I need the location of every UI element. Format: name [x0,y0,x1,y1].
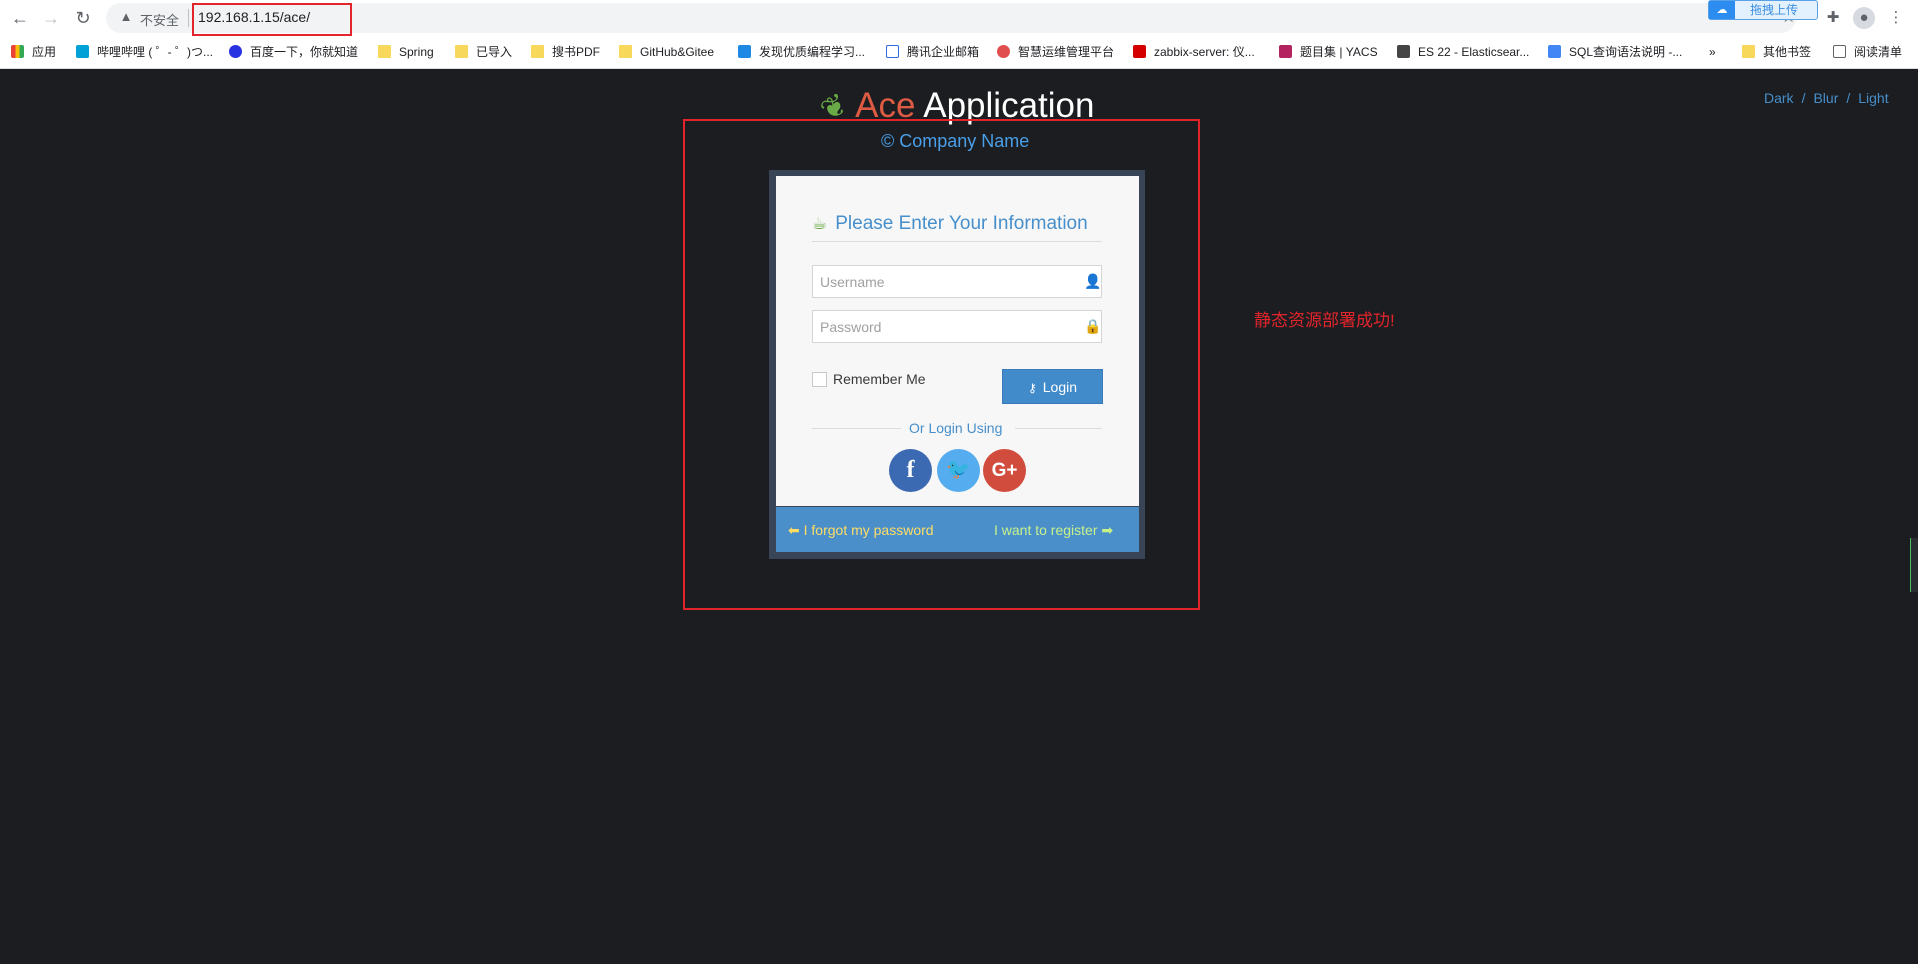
tencent-mail-icon [886,45,899,58]
theme-separator: / [1846,90,1851,106]
cloud-icon: ☁ [1709,1,1735,19]
bookmark-label: SQL查询语法说明 -... [1569,45,1683,59]
or-divider-right [1015,428,1102,429]
theme-separator: / [1801,90,1806,106]
profile-avatar-icon[interactable]: ● [1853,7,1875,29]
register-link[interactable]: I want to register ➡ [994,522,1113,539]
login-title-text: Please Enter Your Information [835,213,1088,234]
menu-kebab-icon[interactable]: ⋮ [1885,7,1907,29]
facebook-icon[interactable]: f [889,449,932,492]
bookmarks-overflow-chevron-icon[interactable]: » [1709,44,1716,60]
login-title: ☕ Please Enter Your Information [812,212,1102,236]
bookmark-label: 阅读清单 [1854,45,1903,59]
bookmark-label: 搜书PDF [552,45,601,59]
forgot-label: I forgot my password [803,522,934,538]
folder-icon [1742,45,1755,58]
google-plus-icon[interactable]: G+ [983,449,1026,492]
remember-me-label[interactable]: Remember Me [833,371,926,387]
theme-blur-link[interactable]: Blur [1813,90,1838,106]
doc-icon [1548,45,1561,58]
bookmarks-bar: 应用 哔哩哔哩 ( ゜- ゜)つ... 百度一下，你就知道 Spring 已导入… [0,36,1918,69]
apps-grid-icon [11,45,24,58]
bookmark-label: zabbix-server: 仪... [1154,45,1255,59]
login-button[interactable]: ⚷ Login [1002,369,1103,404]
address-bar[interactable] [106,3,1796,33]
zabbix-icon [1133,45,1146,58]
bookmark-reading-list[interactable]: 阅读清单 [1833,44,1902,60]
arrow-left-icon: ⬅ [788,522,800,538]
bookmark-apps[interactable]: 应用 [11,44,56,60]
title-divider [812,241,1102,242]
code-icon [738,45,751,58]
bookmark-folder-spring[interactable]: Spring [378,44,434,60]
arrow-right-icon: ➡ [1101,522,1114,538]
bookmark-yacs[interactable]: 题目集 | YACS [1279,44,1378,60]
bookmark-label: ES 22 - Elasticsear... [1418,45,1530,59]
bookmark-label: 其他书签 [1763,45,1812,59]
theme-dark-link[interactable]: Dark [1764,90,1794,106]
username-input[interactable] [812,265,1102,298]
folder-icon [619,45,632,58]
theme-light-link[interactable]: Light [1858,90,1888,106]
url-highlight-box [192,3,352,36]
bilibili-icon [76,45,89,58]
bookmark-label: Spring [399,45,434,59]
register-label: I want to register [994,522,1098,538]
bookmark-label: 已导入 [476,45,513,59]
bookmark-label: 应用 [32,45,57,59]
yacs-icon [1279,45,1292,58]
bookmark-folder-github[interactable]: GitHub&Gitee [619,44,714,60]
password-input[interactable] [812,310,1102,343]
upload-button[interactable]: ☁ 拖拽上传 [1708,0,1818,20]
reading-list-icon [1833,45,1846,58]
bookmark-label: GitHub&Gitee [640,45,715,59]
bookmark-label: 发现优质编程学习... [759,45,866,59]
back-arrow-icon[interactable]: ← [8,6,32,30]
elastic-icon [1397,45,1410,58]
remember-me-checkbox[interactable] [812,372,827,387]
bookmark-ops-platform[interactable]: 智慧运维管理平台 [997,44,1114,60]
side-scroll-indicator[interactable] [1910,538,1918,592]
bookmark-folder-imported[interactable]: 已导入 [455,44,512,60]
lock-icon: 🔒 [1084,318,1102,334]
browser-toolbar: ← → ↻ ▲ 不安全 192.168.1.15/ace/ ☆ ☁ 拖拽上传 ✚… [0,0,1918,36]
folder-icon [455,45,468,58]
baidu-paw-icon [229,45,242,58]
bookmark-other-folder[interactable]: 其他书签 [1742,44,1811,60]
bookmark-label: 百度一下，你就知道 [250,45,359,59]
or-divider-left [812,428,901,429]
folder-icon [531,45,544,58]
twitter-icon[interactable]: 🐦 [937,449,980,492]
forward-arrow-icon[interactable]: → [39,6,63,30]
bookmark-tencent-mail[interactable]: 腾讯企业邮箱 [886,44,979,60]
bookmark-label: 题目集 | YACS [1300,45,1378,59]
bookmark-folder-pdf[interactable]: 搜书PDF [531,44,600,60]
upload-label: 拖拽上传 [1749,3,1798,17]
theme-switcher: Dark / Blur / Light [1764,90,1889,106]
coffee-cup-icon: ☕ [812,214,828,233]
warning-icon[interactable]: ▲ [118,9,134,25]
user-icon: 👤 [1084,273,1102,289]
bookmark-zabbix[interactable]: zabbix-server: 仪... [1133,44,1255,60]
login-button-label: Login [1042,379,1078,395]
reload-icon[interactable]: ↻ [71,6,95,30]
deploy-success-note: 静态资源部署成功! [1254,311,1395,330]
bookmark-bilibili[interactable]: 哔哩哔哩 ( ゜- ゜)つ... [76,44,213,60]
folder-icon [378,45,391,58]
ops-platform-icon [997,45,1010,58]
bookmark-elasticsearch[interactable]: ES 22 - Elasticsear... [1397,44,1529,60]
bookmark-label: 智慧运维管理平台 [1018,45,1115,59]
bookmark-coding[interactable]: 发现优质编程学习... [738,44,865,60]
address-separator [188,9,189,27]
key-icon: ⚷ [1027,381,1037,395]
extensions-puzzle-icon[interactable]: ✚ [1822,7,1844,29]
security-label[interactable]: 不安全 [140,10,179,29]
or-login-using: Or Login Using [909,420,1003,436]
bookmark-sql[interactable]: SQL查询语法说明 -... [1548,44,1682,60]
forgot-password-link[interactable]: ⬅ I forgot my password [788,522,934,539]
bookmark-label: 哔哩哔哩 ( ゜- ゜)つ... [97,45,213,59]
bookmark-baidu[interactable]: 百度一下，你就知道 [229,44,358,60]
bookmark-label: 腾讯企业邮箱 [907,45,980,59]
